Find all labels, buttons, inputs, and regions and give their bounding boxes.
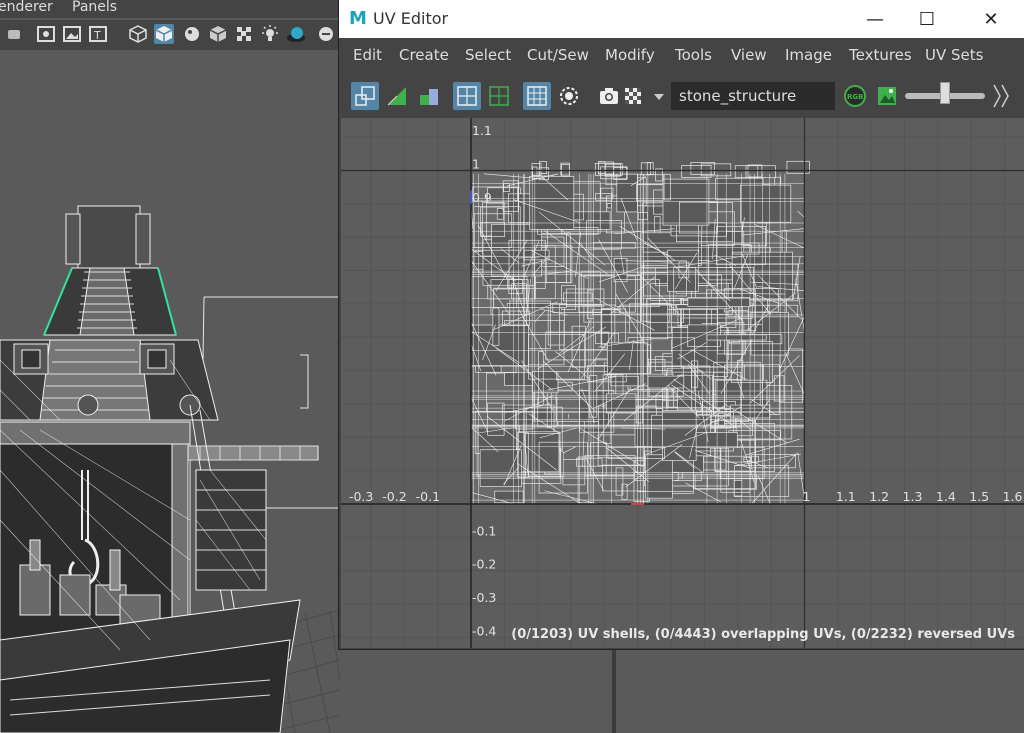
checker-icon[interactable] <box>234 24 254 44</box>
cube-icon[interactable] <box>208 24 228 44</box>
menu-edit[interactable]: Edit <box>353 46 382 64</box>
uv-shell <box>613 258 628 283</box>
image-icon[interactable] <box>62 24 82 44</box>
v-tick-label: -0.4 <box>472 623 496 638</box>
uv-shell <box>650 302 668 340</box>
uv-shell <box>470 324 529 366</box>
svg-text:RGB: RGB <box>847 93 863 101</box>
window-title: UV Editor <box>373 9 449 28</box>
maximize-button[interactable]: ☐ <box>909 6 945 32</box>
uv-select-icon[interactable] <box>351 82 379 110</box>
uv-shell <box>606 203 612 209</box>
close-button[interactable]: ✕ <box>973 6 1009 32</box>
v-tick-label: 1.1 <box>472 123 492 138</box>
u-tick-label: 1.6 <box>1003 489 1023 504</box>
uv-shell <box>492 307 500 346</box>
v-tick-label: -0.3 <box>472 590 496 605</box>
uv-shell <box>750 312 789 356</box>
u-tick-label: 1.1 <box>836 489 856 504</box>
menu-uv-sets[interactable]: UV Sets <box>925 46 983 64</box>
texture-name-field[interactable] <box>671 82 835 110</box>
u-tick-label: 1.2 <box>869 489 889 504</box>
v-tick-label: -0.1 <box>472 523 496 538</box>
v-tick-label: -0.2 <box>472 557 496 572</box>
uv-editor-titlebar[interactable]: M UV Editor — ☐ ✕ <box>339 0 1024 38</box>
rgb-icon[interactable]: RGB <box>841 82 869 110</box>
u-tick-label: 1 <box>803 489 811 504</box>
shaded-icon[interactable] <box>383 82 411 110</box>
brightness-slider-handle[interactable] <box>940 82 950 104</box>
camera-icon[interactable] <box>4 24 24 44</box>
viewport-menu-renderer[interactable]: enderer <box>0 0 53 15</box>
uv-shell <box>607 342 648 374</box>
checker-icon[interactable] <box>619 82 647 110</box>
v-tick-label: 1 <box>472 157 480 172</box>
u-tick-label: -0.3 <box>349 489 373 504</box>
slider-end-icon[interactable] <box>987 82 1015 110</box>
u-tick-label: 1.3 <box>903 489 923 504</box>
menu-modify[interactable]: Modify <box>605 46 655 64</box>
uv-shell <box>706 334 767 341</box>
snap-icon[interactable] <box>555 82 583 110</box>
u-tick-label: 1.4 <box>936 489 956 504</box>
shadow-icon[interactable] <box>286 24 306 44</box>
viewport-scene[interactable] <box>0 50 340 733</box>
uv-status-text: (0/1203) UV shells, (0/4443) overlapping… <box>511 627 1015 642</box>
uv-shell <box>606 393 637 414</box>
uv-editor-menubar: Edit Create Select Cut/Sew Modify Tools … <box>339 38 1024 72</box>
uv-editor-window[interactable]: M UV Editor — ☐ ✕ Edit Create Select Cut… <box>338 0 1024 650</box>
frame-icon[interactable] <box>36 24 56 44</box>
viewport-menubar: enderer Panels <box>0 0 340 18</box>
menu-view[interactable]: View <box>731 46 767 64</box>
uv-shell <box>479 449 522 487</box>
uv-shell <box>517 431 560 473</box>
uv-shell <box>739 184 792 223</box>
panel-divider[interactable] <box>612 650 616 733</box>
distortion-icon[interactable] <box>415 82 443 110</box>
wireframe-cube-icon[interactable] <box>128 24 148 44</box>
uv-shell <box>786 160 810 174</box>
menu-tools[interactable]: Tools <box>675 46 712 64</box>
menu-image[interactable]: Image <box>785 46 832 64</box>
viewport-menu-panels[interactable]: Panels <box>72 0 117 15</box>
uv-shell <box>647 375 685 389</box>
shaded-cube-icon[interactable] <box>154 24 174 44</box>
image-icon[interactable] <box>873 82 901 110</box>
menu-textures[interactable]: Textures <box>849 46 912 64</box>
checker-grid-icon[interactable] <box>523 82 551 110</box>
dropdown-icon[interactable] <box>645 82 673 110</box>
menu-icon[interactable] <box>316 24 336 44</box>
u-tick-label: 1.5 <box>969 489 989 504</box>
uv-shell <box>662 410 697 461</box>
u-tick-label: -0.1 <box>416 489 440 504</box>
uv-editor-toolbar: RGB <box>339 72 1024 118</box>
menu-cut-sew[interactable]: Cut/Sew <box>527 46 589 64</box>
menu-select[interactable]: Select <box>465 46 511 64</box>
light-icon[interactable] <box>260 24 280 44</box>
uv-layout-wireframe <box>470 160 810 505</box>
maya-logo-icon: M <box>349 8 367 29</box>
pixel-grid-icon[interactable] <box>485 82 513 110</box>
uv-shell <box>667 249 699 292</box>
v-tick-label: 0.9 <box>472 190 492 205</box>
sphere-icon[interactable] <box>182 24 202 44</box>
uv-grid[interactable]: 0.4-0.3-0.2-0.111.11.21.31.41.51.61.110.… <box>341 118 1024 648</box>
viewport-lower-area <box>340 650 1024 733</box>
grid-icon[interactable] <box>453 82 481 110</box>
minimize-button[interactable]: — <box>857 6 893 32</box>
uv-shell <box>532 371 559 394</box>
viewport-toolbar: T <box>0 20 340 50</box>
u-tick-label: -0.2 <box>382 489 406 504</box>
svg-text:T: T <box>93 29 101 42</box>
text-icon[interactable]: T <box>88 24 108 44</box>
menu-create[interactable]: Create <box>399 46 449 64</box>
uv-canvas[interactable]: 0.4-0.3-0.2-0.111.11.21.31.41.51.61.110.… <box>341 118 1024 648</box>
uv-shell <box>529 175 575 230</box>
